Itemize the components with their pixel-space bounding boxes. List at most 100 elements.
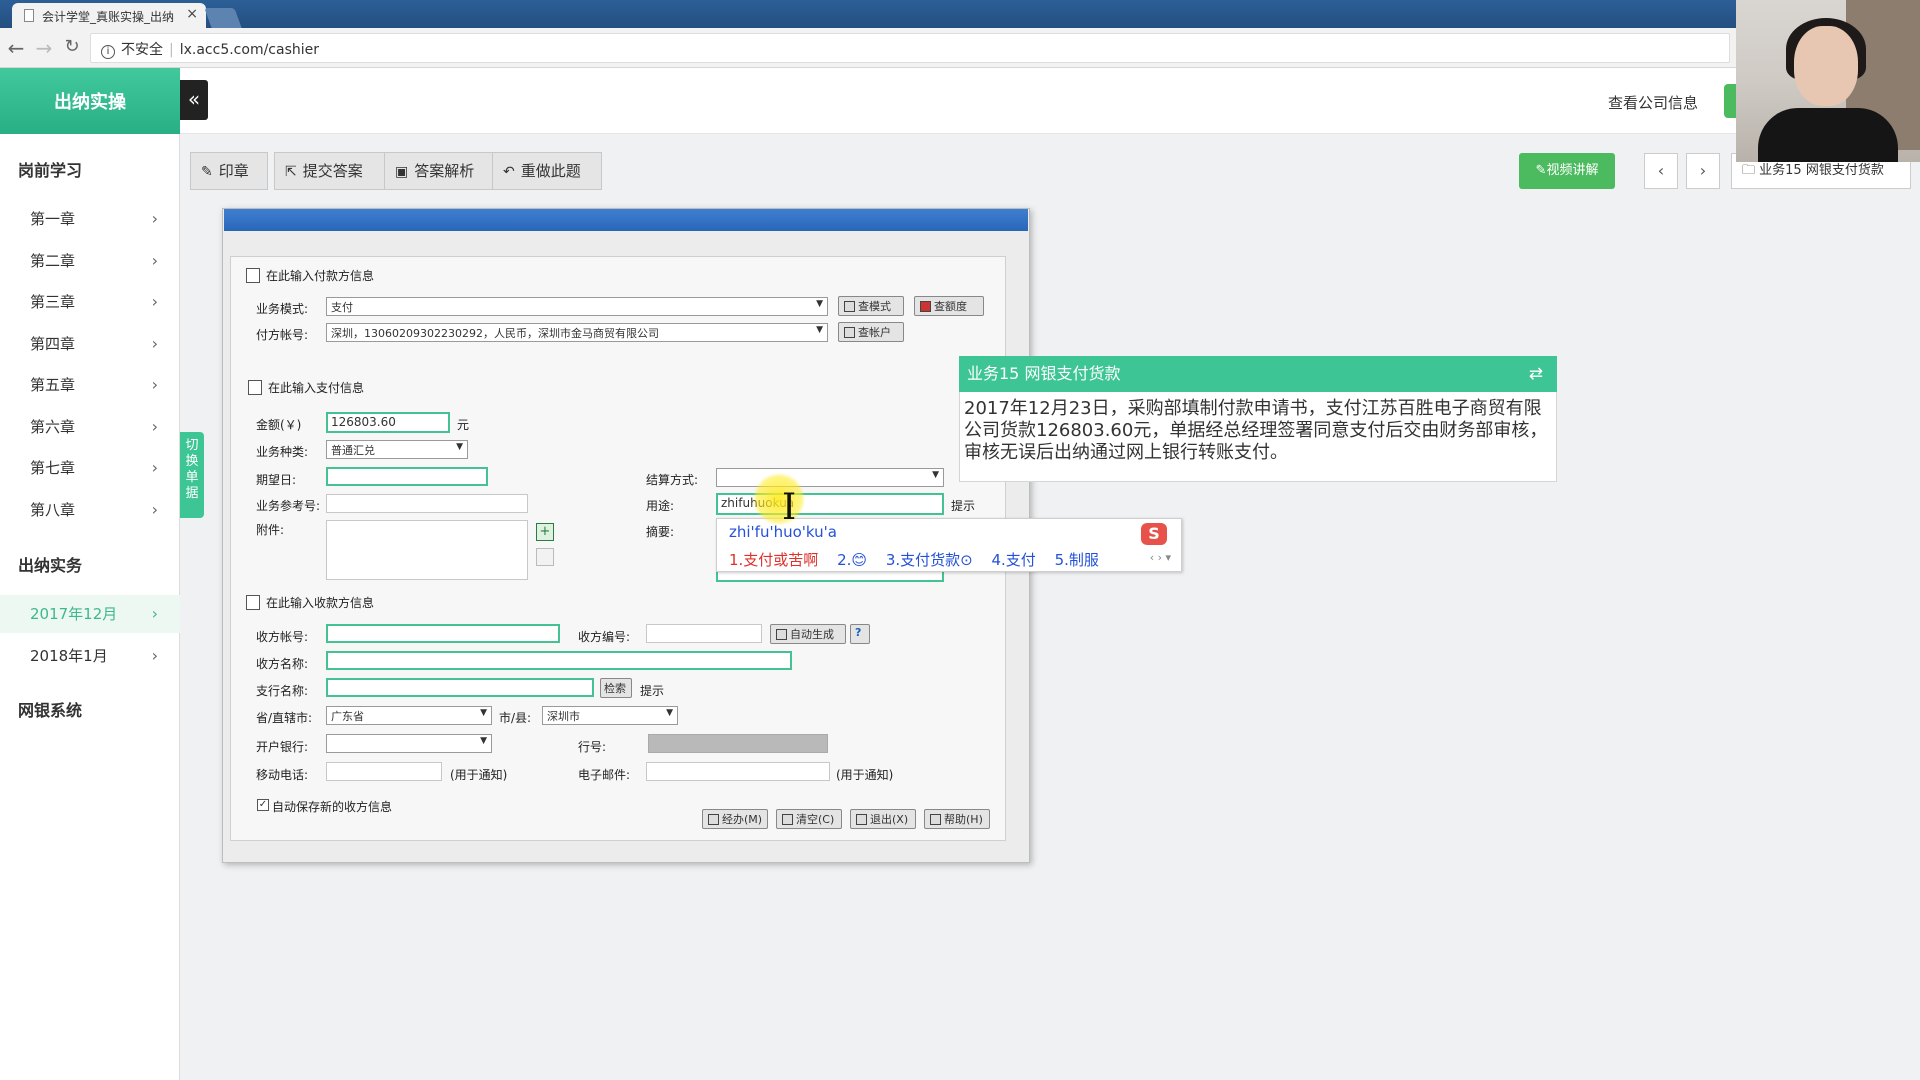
chevron-right-icon: › xyxy=(151,417,158,436)
info-icon[interactable]: i xyxy=(101,45,115,59)
payer-account-label: 付方帐号: xyxy=(256,328,309,342)
payee-code-label: 收方编号: xyxy=(578,630,631,644)
stamp-label: 印章 xyxy=(218,162,249,180)
month-label: 2017年12月 xyxy=(30,605,118,623)
sidebar-item-chapter-3[interactable]: 第三章 › xyxy=(0,283,180,321)
sidebar-item-chapter-2[interactable]: 第二章 › xyxy=(0,242,180,280)
payee-name-input[interactable] xyxy=(326,651,792,670)
payee-code-input[interactable] xyxy=(646,624,762,643)
sidebar-item-chapter-5[interactable]: 第五章 › xyxy=(0,366,180,404)
ime-candidate-2[interactable]: 2.😊 xyxy=(837,551,867,569)
biz-mode-value: 支付 xyxy=(331,301,353,314)
query-mode-label: 查模式 xyxy=(858,300,891,313)
hint-link-2[interactable]: 提示 xyxy=(640,682,664,699)
month-label: 2018年1月 xyxy=(30,647,108,665)
swap-icon[interactable]: ⇄ xyxy=(1529,356,1543,392)
close-tab-icon[interactable]: × xyxy=(186,6,198,22)
submit-label: 提交答案 xyxy=(302,162,363,180)
auto-generate-button[interactable]: 自动生成 xyxy=(770,624,846,644)
sidebar-item-chapter-6[interactable]: 第六章 › xyxy=(0,408,180,446)
chevron-right-icon: › xyxy=(151,500,158,519)
search-button[interactable]: 检索 xyxy=(600,678,632,698)
biz-mode-select[interactable]: 支付 ▼ xyxy=(326,297,828,316)
ime-pager[interactable]: ‹ › ▾ xyxy=(1150,551,1171,564)
payee-account-input[interactable] xyxy=(326,624,560,643)
stamp-button[interactable]: ✎ 印章 xyxy=(190,152,268,190)
province-select[interactable]: 广东省 ▼ xyxy=(326,706,492,725)
sidebar-item-chapter-4[interactable]: 第四章 › xyxy=(0,325,180,363)
expect-date-input[interactable] xyxy=(326,467,488,486)
redo-button[interactable]: ↶ 重做此题 xyxy=(492,152,602,190)
task-panel-header: 业务15 网银支付货款 ⇄ xyxy=(959,356,1557,392)
section-prestudy[interactable]: 岗前学习 xyxy=(18,157,82,181)
ime-candidate-4[interactable]: 4.支付 xyxy=(992,551,1036,569)
url-field[interactable]: i 不安全 | lx.acc5.com/cashier xyxy=(90,33,1730,63)
payer-account-select[interactable]: 深圳，13060209302230292，人民币，深圳市金马商贸有限公司 ▼ xyxy=(326,323,828,342)
help-question-icon[interactable]: ? xyxy=(850,624,870,644)
branch-name-input[interactable] xyxy=(326,678,594,697)
province-label: 省/直辖市: xyxy=(256,711,313,725)
ime-candidate-5[interactable]: 5.制服 xyxy=(1055,551,1099,569)
ime-candidate-3[interactable]: 3.支付货款⊙ xyxy=(886,551,973,569)
city-select[interactable]: 深圳市 ▼ xyxy=(542,706,678,725)
section-bank-system[interactable]: 网银系统 xyxy=(18,697,82,721)
help-button[interactable]: 帮助(H) xyxy=(924,809,990,829)
handle-button[interactable]: 经办(M) xyxy=(702,809,768,829)
ime-candidate-1[interactable]: 1.支付或苦啊 xyxy=(729,551,818,569)
account-icon xyxy=(844,327,855,338)
query-quota-button[interactable]: 查额度 xyxy=(914,296,984,316)
query-mode-button[interactable]: 查模式 xyxy=(838,296,904,316)
hint-link-1[interactable]: 提示 xyxy=(951,497,975,514)
switch-document-button[interactable]: 切换单据 xyxy=(180,432,204,518)
submit-answer-button[interactable]: ⇱ 提交答案 xyxy=(274,152,385,190)
prev-icon[interactable]: ‹ xyxy=(1644,153,1678,189)
auto-generate-label: 自动生成 xyxy=(790,628,834,641)
dropdown-arrow-icon: ▼ xyxy=(480,708,487,718)
sidebar-item-chapter-8[interactable]: 第八章 › xyxy=(0,491,180,529)
add-attachment-icon[interactable]: + xyxy=(536,523,554,541)
amount-input[interactable]: 126803.60 xyxy=(326,412,450,433)
chapter-label: 第二章 xyxy=(30,252,76,270)
dropdown-arrow-icon: ▼ xyxy=(456,442,463,452)
purpose-input[interactable]: zhifuhuokua xyxy=(716,493,944,515)
attachment-box[interactable] xyxy=(326,520,528,580)
bank-no-field xyxy=(648,734,828,753)
help-icon xyxy=(930,814,941,825)
video-explain-button[interactable]: ✎视频讲解 xyxy=(1519,153,1615,189)
clear-button[interactable]: 清空(C) xyxy=(776,809,842,829)
forward-icon[interactable]: → xyxy=(34,36,54,60)
payer-section-label: 在此输入付款方信息 xyxy=(266,269,375,283)
sidebar-item-2017-12[interactable]: 2017年12月 › xyxy=(0,595,180,633)
pay-section-title: 在此输入支付信息 xyxy=(248,379,364,396)
handle-icon xyxy=(708,814,719,825)
biz-ref-input[interactable] xyxy=(326,494,528,513)
collapse-sidebar-icon[interactable]: « xyxy=(180,80,208,120)
section-practice[interactable]: 出纳实务 xyxy=(18,552,82,576)
company-info-link[interactable]: 查看公司信息 xyxy=(1608,92,1698,113)
chevron-right-icon: › xyxy=(151,375,158,394)
payee-account-label: 收方帐号: xyxy=(256,630,309,644)
query-account-button[interactable]: 查帐户 xyxy=(838,322,904,342)
back-icon[interactable]: ← xyxy=(6,36,26,60)
sidebar-item-chapter-1[interactable]: 第一章 › xyxy=(0,200,180,238)
clip-icon[interactable] xyxy=(536,548,554,566)
open-bank-select[interactable]: ▼ xyxy=(326,734,492,753)
browser-tab-bar xyxy=(0,0,1920,28)
email-input[interactable] xyxy=(646,762,830,781)
chevron-right-icon: › xyxy=(151,334,158,353)
browser-tab[interactable]: 会计学堂_真账实操_出纳 × xyxy=(12,3,206,28)
exit-button[interactable]: 退出(X) xyxy=(850,809,916,829)
branch-name-label: 支行名称: xyxy=(256,684,309,698)
bank-no-label: 行号: xyxy=(578,740,607,754)
answer-analysis-button[interactable]: ▣ 答案解析 xyxy=(384,152,493,190)
biz-type-select[interactable]: 普通汇兑 ▼ xyxy=(326,440,468,459)
reload-icon[interactable]: ↻ xyxy=(62,36,82,57)
sidebar-item-chapter-7[interactable]: 第七章 › xyxy=(0,449,180,487)
autosave-checkbox[interactable]: ✓ xyxy=(257,799,269,811)
mobile-input[interactable] xyxy=(326,762,442,781)
next-icon[interactable]: › xyxy=(1686,153,1720,189)
sidebar-item-2018-01[interactable]: 2018年1月 › xyxy=(0,637,180,675)
document-icon xyxy=(246,595,260,610)
payee-name-label: 收方名称: xyxy=(256,657,309,671)
settle-method-select[interactable]: ▼ xyxy=(716,468,944,487)
